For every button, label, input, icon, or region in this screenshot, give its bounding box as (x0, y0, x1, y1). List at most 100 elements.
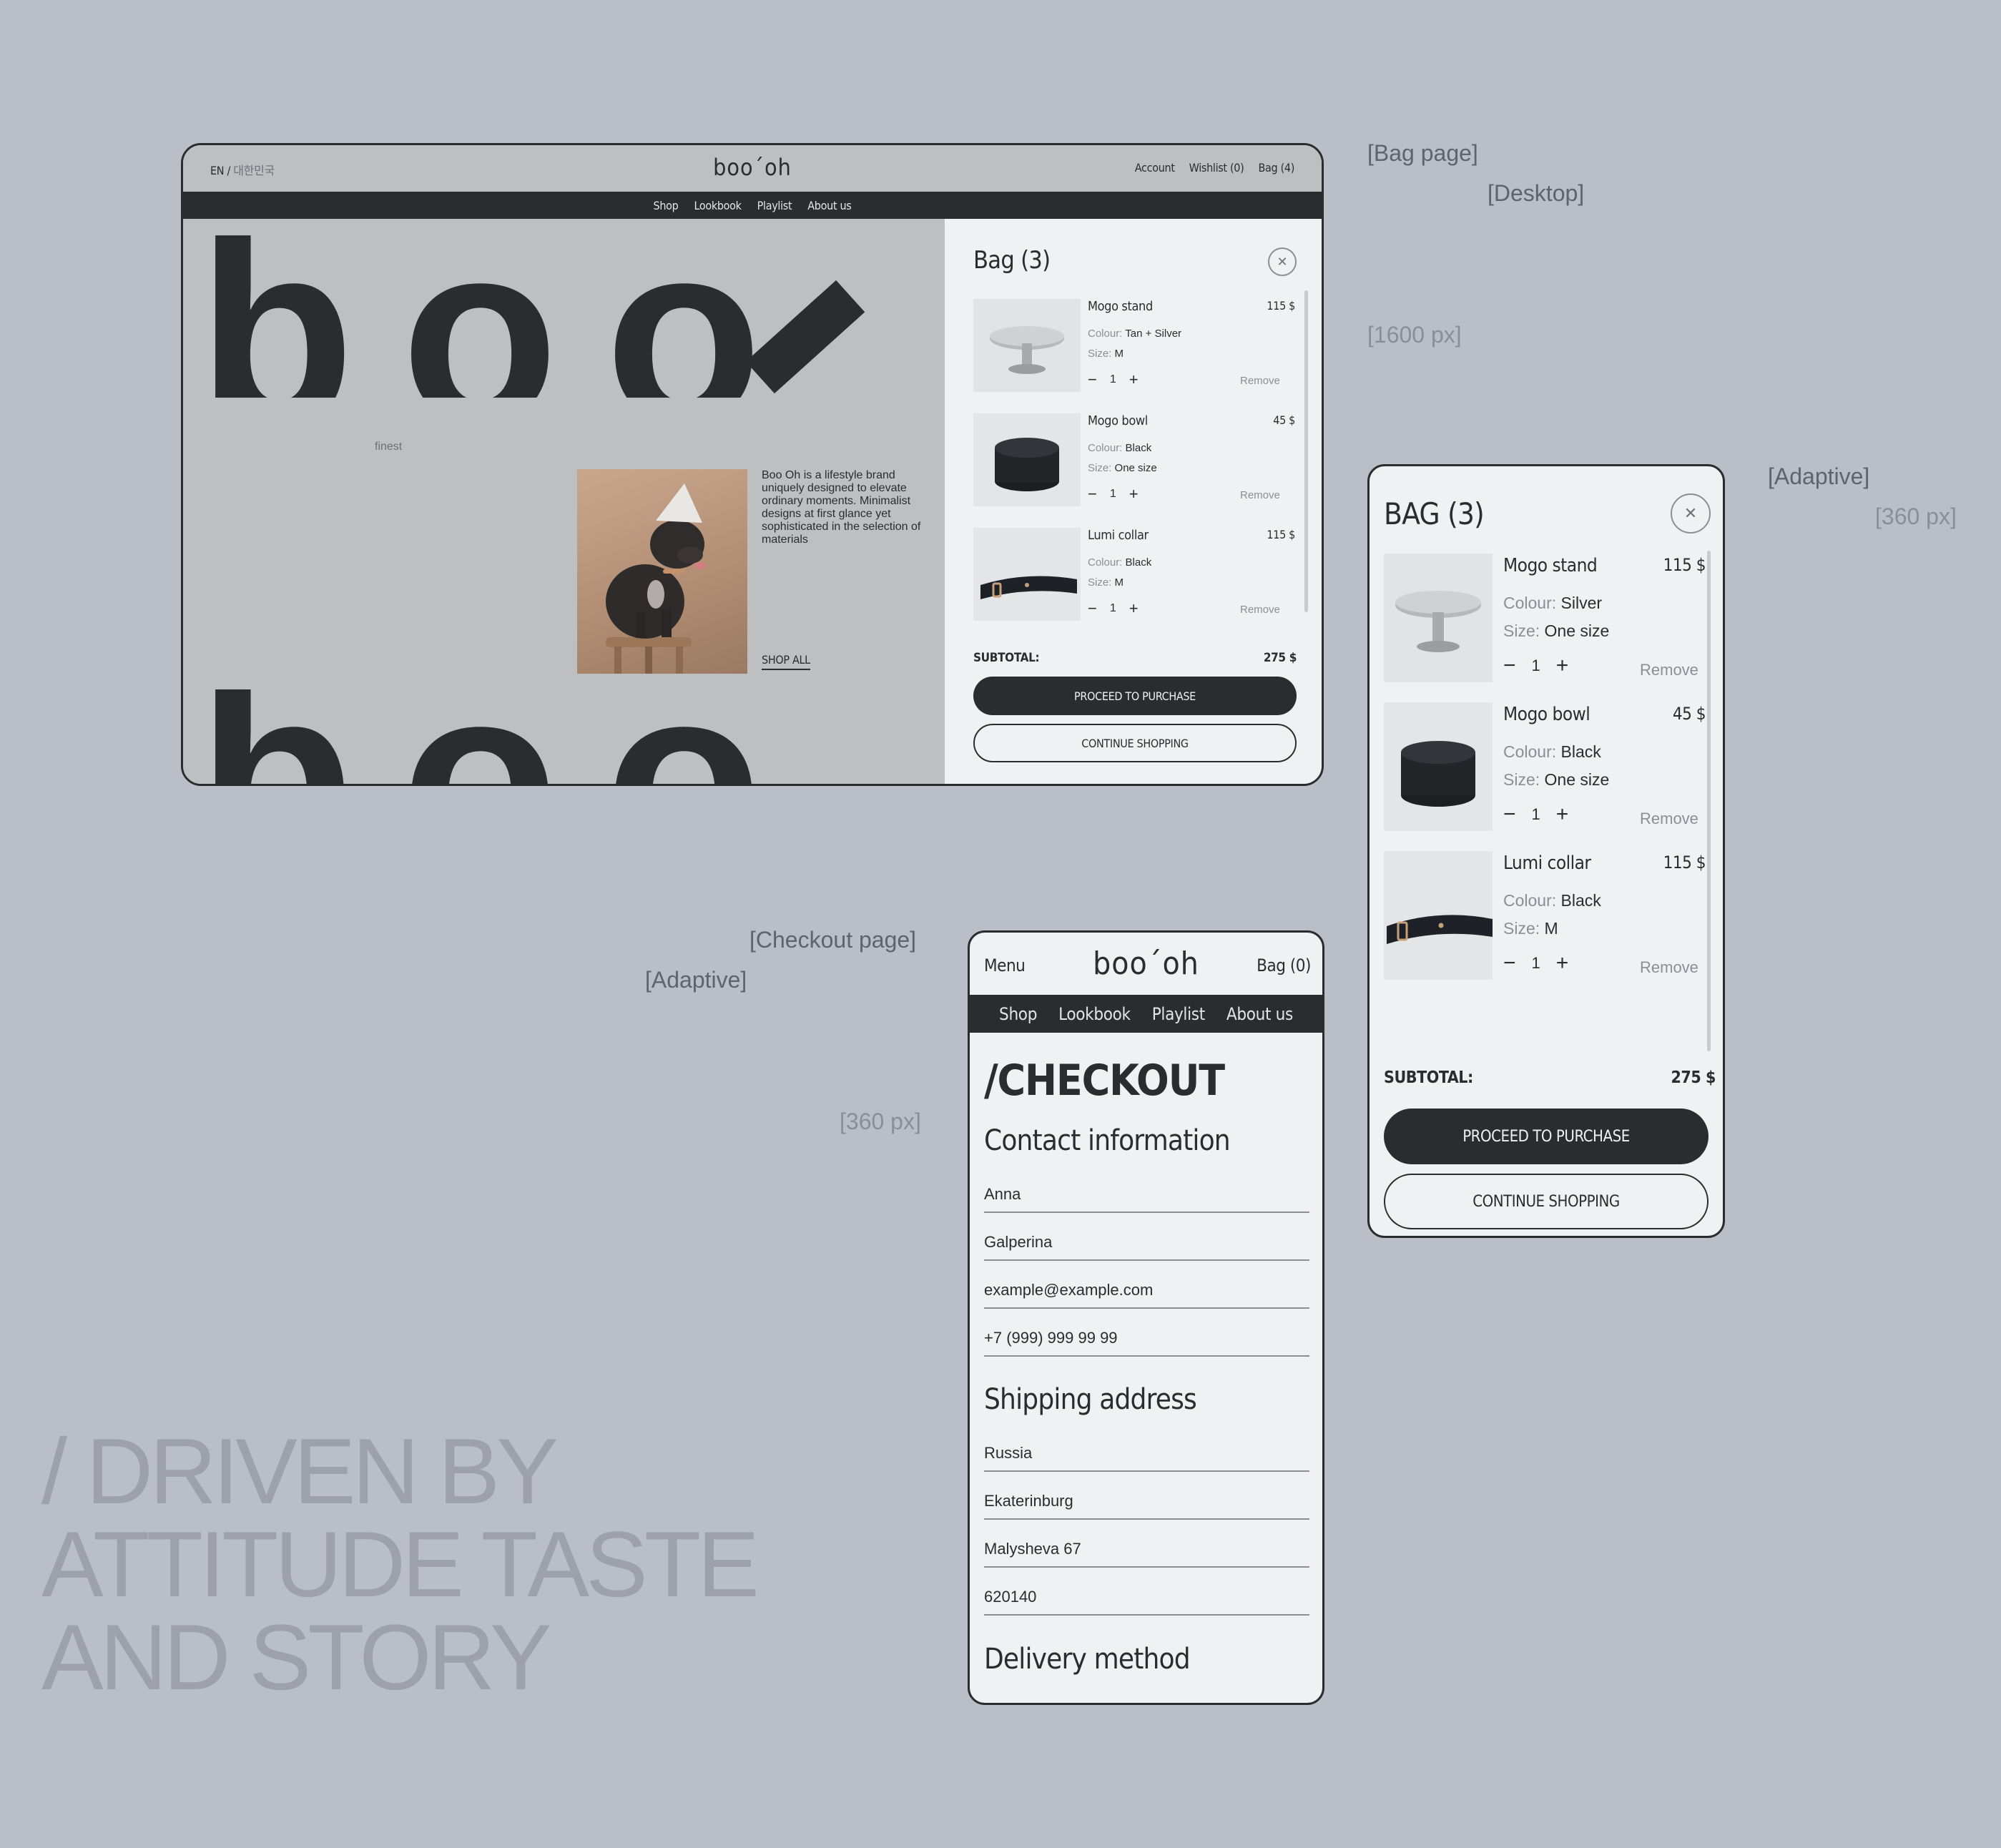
mogo-stand-image[interactable] (1384, 554, 1493, 682)
proceed-to-purchase-button[interactable]: PROCEED TO PURCHASE (1384, 1109, 1709, 1164)
plus-icon[interactable]: + (1556, 654, 1569, 678)
remove-item-button[interactable]: Remove (1240, 375, 1280, 387)
street-field[interactable] (984, 1534, 1309, 1568)
minus-icon[interactable]: − (1503, 951, 1516, 975)
minus-icon[interactable]: − (1503, 802, 1516, 827)
email-input[interactable] (984, 1275, 1309, 1299)
nav-playlist[interactable]: Playlist (757, 199, 792, 212)
phone-field[interactable] (984, 1323, 1309, 1357)
nav-playlist[interactable]: Playlist (1152, 1004, 1206, 1024)
wishlist-link[interactable]: Wishlist (0) (1189, 161, 1244, 175)
mobile-bag-page: BAG (3) ✕ Mogo stand 115 $ Colour: Silve… (1367, 464, 1725, 1238)
main-nav: Shop Lookbook Playlist About us (183, 192, 1322, 219)
item-name[interactable]: Mogo stand (1503, 555, 1598, 576)
quantity-value: 1 (1531, 657, 1540, 674)
continue-shopping-button[interactable]: CONTINUE SHOPPING (1384, 1174, 1709, 1229)
nav-about-us[interactable]: About us (1226, 1004, 1293, 1024)
first-name-field[interactable] (984, 1179, 1309, 1213)
last-name-field[interactable] (984, 1227, 1309, 1261)
bag-link[interactable]: Bag (4) (1258, 161, 1294, 175)
size-label: Size: (1503, 770, 1540, 789)
item-name[interactable]: Lumi collar (1503, 852, 1591, 874)
nav-about-us[interactable]: About us (807, 199, 852, 212)
bag-scrollbar[interactable] (1304, 290, 1308, 612)
minus-icon[interactable]: − (1503, 654, 1516, 678)
annotation-adaptive-bag: [Adaptive] (1768, 463, 1870, 489)
size-value: M (1114, 576, 1124, 589)
size-value: One size (1114, 462, 1157, 474)
plus-icon[interactable]: + (1129, 485, 1139, 503)
postal-code-input[interactable] (984, 1582, 1309, 1606)
country-field[interactable] (984, 1438, 1309, 1472)
hero-word-finest: finest (375, 441, 403, 453)
bowl-illustration (973, 413, 1081, 506)
minus-icon[interactable]: − (1088, 599, 1097, 618)
minus-icon[interactable]: − (1088, 370, 1097, 389)
plus-icon[interactable]: + (1129, 599, 1139, 618)
item-price: 45 $ (1672, 704, 1706, 724)
quantity-value: 1 (1109, 373, 1116, 385)
mogo-bowl-image[interactable] (973, 413, 1081, 506)
plus-icon[interactable]: + (1556, 802, 1569, 827)
item-size: Size: One size (1088, 462, 1157, 474)
continue-shopping-button[interactable]: CONTINUE SHOPPING (973, 724, 1297, 762)
quantity-stepper: − 1 + (1503, 951, 1568, 975)
remove-item-button[interactable]: Remove (1640, 810, 1698, 828)
item-colour: Colour: Black (1503, 891, 1601, 910)
close-icon: ✕ (1277, 254, 1288, 269)
nav-shop[interactable]: Shop (654, 199, 679, 212)
item-colour: Colour: Black (1088, 442, 1151, 454)
stand-illustration (973, 299, 1081, 392)
minus-icon[interactable]: − (1088, 485, 1097, 503)
nav-lookbook[interactable]: Lookbook (1058, 1004, 1131, 1024)
nav-shop[interactable]: Shop (999, 1004, 1037, 1024)
colour-value: Black (1560, 891, 1601, 910)
lumi-collar-image[interactable] (973, 528, 1081, 621)
item-name[interactable]: Mogo bowl (1088, 413, 1148, 428)
lumi-collar-image[interactable] (1384, 851, 1493, 980)
subtotal-value: 275 $ (1263, 651, 1297, 665)
email-field[interactable] (984, 1275, 1309, 1309)
colour-label: Colour: (1088, 328, 1123, 340)
mogo-bowl-image[interactable] (1384, 702, 1493, 831)
remove-item-button[interactable]: Remove (1240, 489, 1280, 501)
item-name[interactable]: Mogo stand (1088, 299, 1153, 314)
desktop-bag-page: EN / 대한민국 boo´oh Account Wishlist (0) Ba… (181, 143, 1324, 786)
plus-icon[interactable]: + (1556, 951, 1569, 975)
shop-all-link[interactable]: SHOP ALL (762, 653, 810, 670)
remove-item-button[interactable]: Remove (1640, 661, 1698, 679)
item-name[interactable]: Lumi collar (1088, 528, 1149, 543)
stand-illustration (1384, 554, 1493, 682)
hero-section: b o o b o o finest materials (183, 219, 945, 784)
postal-code-field[interactable] (984, 1582, 1309, 1616)
hero-accent-mark (745, 280, 865, 394)
city-field[interactable] (984, 1486, 1309, 1520)
phone-input[interactable] (984, 1323, 1309, 1347)
item-name[interactable]: Mogo bowl (1503, 704, 1591, 725)
nav-lookbook[interactable]: Lookbook (694, 199, 742, 212)
city-input[interactable] (984, 1486, 1309, 1510)
first-name-input[interactable] (984, 1179, 1309, 1204)
item-colour: Colour: Tan + Silver (1088, 328, 1181, 340)
mogo-stand-image[interactable] (973, 299, 1081, 392)
item-size: Size: One size (1503, 770, 1609, 790)
item-price: 115 $ (1663, 852, 1706, 873)
last-name-input[interactable] (984, 1227, 1309, 1252)
colour-value: Silver (1560, 594, 1603, 612)
remove-item-button[interactable]: Remove (1240, 604, 1280, 616)
street-input[interactable] (984, 1534, 1309, 1558)
desktop-header: EN / 대한민국 boo´oh Account Wishlist (0) Ba… (183, 145, 1322, 192)
remove-item-button[interactable]: Remove (1640, 958, 1698, 977)
item-price: 115 $ (1267, 299, 1295, 313)
subtotal-value: 275 $ (1671, 1068, 1716, 1087)
close-bag-button[interactable]: ✕ (1268, 247, 1297, 276)
size-value: One size (1544, 621, 1610, 640)
bag-scrollbar[interactable] (1707, 551, 1711, 1051)
country-input[interactable] (984, 1438, 1309, 1463)
close-bag-button[interactable]: ✕ (1671, 493, 1711, 534)
bag-link[interactable]: Bag (0) (1249, 955, 1311, 975)
proceed-to-purchase-button[interactable]: PROCEED TO PURCHASE (973, 677, 1297, 715)
account-link[interactable]: Account (1135, 161, 1175, 175)
size-value: M (1544, 919, 1558, 938)
plus-icon[interactable]: + (1129, 370, 1139, 389)
